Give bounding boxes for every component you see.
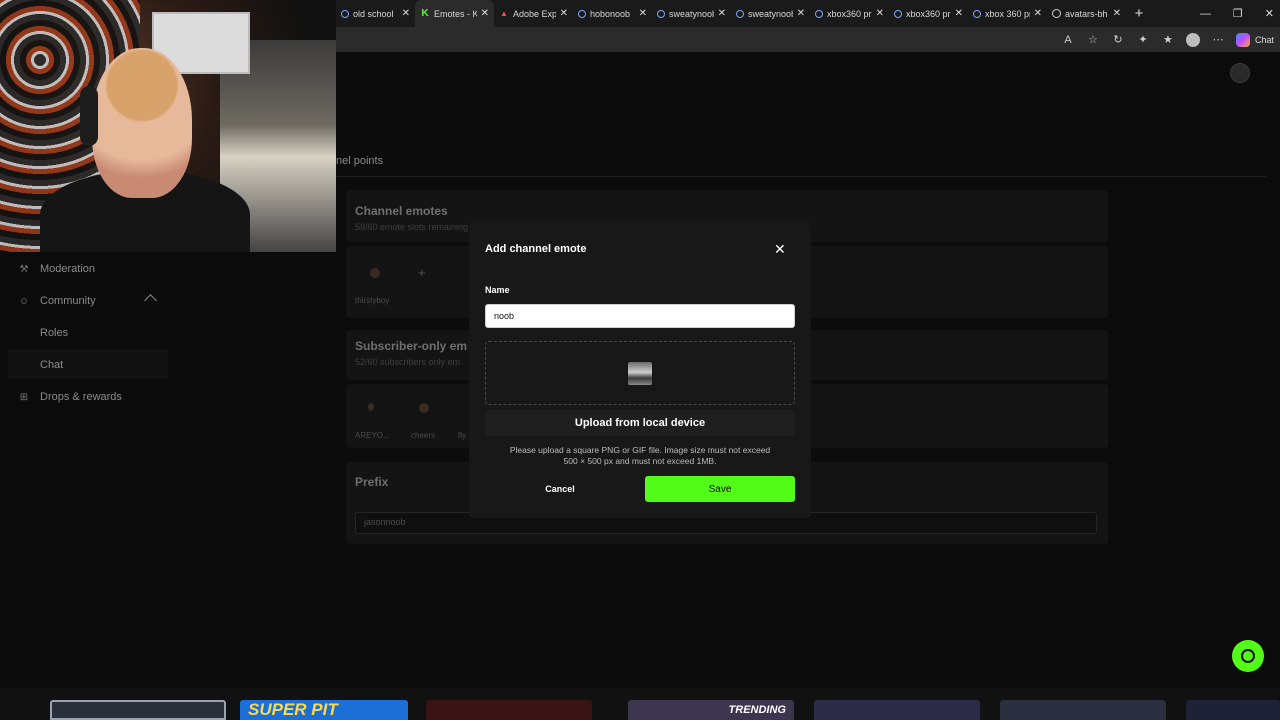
read-aloud-icon[interactable]: A — [1061, 33, 1075, 47]
emote-thumbnail[interactable] — [419, 403, 429, 413]
modal-title: Add channel emote — [485, 243, 587, 255]
emote-thumbnail[interactable] — [368, 403, 374, 411]
game-card[interactable] — [1000, 700, 1166, 720]
browser-tab-active[interactable]: K Emotes - K ✕ — [415, 0, 494, 27]
browser-tab[interactable]: xbox 360 pr ✕ — [968, 0, 1047, 27]
minimize-icon[interactable]: — — [1200, 8, 1211, 20]
window-controls: — ❐ ✕ — [1200, 0, 1274, 27]
close-icon[interactable]: ✕ — [402, 8, 410, 19]
close-icon[interactable]: ✕ — [955, 8, 963, 19]
emote-name-input[interactable] — [485, 304, 795, 328]
emote-name: thirstyboy — [355, 296, 390, 305]
webcam-overlay — [0, 0, 336, 252]
new-tab-button[interactable]: + — [1126, 5, 1152, 22]
game-card[interactable] — [814, 700, 980, 720]
game-card[interactable]: SUPER PIT — [240, 700, 408, 720]
emote-preview-image — [628, 362, 652, 385]
name-field-label: Name — [485, 285, 510, 295]
support-chat-button[interactable] — [1232, 640, 1264, 672]
close-icon[interactable]: ✕ — [1034, 8, 1042, 19]
restore-icon[interactable]: ❐ — [1233, 7, 1243, 20]
user-avatar[interactable] — [1230, 63, 1250, 83]
browser-tab[interactable]: ▲ Adobe Expr ✕ — [494, 0, 573, 27]
sidebar-item-community[interactable]: ☺ Community — [18, 291, 96, 311]
profile-avatar[interactable] — [1185, 32, 1200, 47]
upload-help-text: Please upload a square PNG or GIF file. … — [509, 445, 771, 466]
sidebar-item-moderation[interactable]: ⚒ Moderation — [18, 259, 96, 279]
tab-channel-points[interactable]: nel points — [336, 155, 383, 167]
search-icon — [815, 9, 823, 18]
copilot-chat-label[interactable]: Chat — [1255, 35, 1274, 45]
browser-tab[interactable]: xbox360 pr ✕ — [889, 0, 968, 27]
channel-emotes-subtitle: 59/60 emote slots remaining — [355, 222, 469, 232]
search-icon — [341, 9, 349, 18]
favorites-icon[interactable]: ★ — [1161, 33, 1175, 47]
search-icon — [894, 9, 902, 18]
close-icon[interactable]: ✕ — [797, 8, 805, 19]
game-card[interactable] — [426, 700, 592, 720]
headset-icon — [1241, 649, 1255, 663]
cancel-button[interactable]: Cancel — [485, 476, 635, 502]
adobe-icon: ▲ — [500, 9, 508, 18]
emote-thumbnail[interactable] — [370, 268, 380, 278]
game-card[interactable]: TRENDING — [628, 700, 794, 720]
favorite-star-icon[interactable]: ☆ — [1086, 33, 1100, 47]
search-icon — [657, 9, 665, 18]
sidebar-item-chat[interactable]: Chat — [40, 359, 63, 371]
browser-tab[interactable]: sweatynoob ✕ — [652, 0, 731, 27]
more-menu-icon[interactable]: ⋯ — [1211, 33, 1225, 47]
add-emote-plus-icon[interactable]: + — [418, 265, 426, 280]
gift-icon: ⊞ — [19, 391, 29, 403]
emote-name: AREYO... — [355, 431, 390, 440]
close-icon[interactable]: ✕ — [718, 8, 726, 19]
sidebar-item-roles[interactable]: Roles — [40, 327, 68, 339]
close-icon[interactable]: ✕ — [1113, 8, 1121, 19]
close-icon[interactable]: ✕ — [639, 8, 647, 19]
search-icon — [973, 9, 981, 18]
close-icon[interactable]: ✕ — [481, 8, 489, 19]
browser-tab[interactable]: avatars-bh ✕ — [1047, 0, 1126, 27]
channel-emotes-title: Channel emotes — [355, 204, 448, 218]
webcam-person-head — [92, 48, 192, 198]
close-icon[interactable]: ✕ — [560, 8, 568, 19]
close-icon[interactable]: ✕ — [774, 241, 786, 258]
save-button[interactable]: Save — [645, 476, 795, 502]
add-emote-modal: Add channel emote ✕ Name Upload from loc… — [469, 221, 811, 518]
sidebar-item-drops-rewards[interactable]: ⊞ Drops & rewards — [18, 387, 122, 407]
sidebar-selected-highlight — [8, 349, 168, 379]
prefix-title: Prefix — [355, 475, 389, 489]
browser-tab[interactable]: xbox360 pr ✕ — [810, 0, 889, 27]
browser-toolbar: A ☆ ↻ ✦ ★ ⋯ Chat — [336, 27, 1280, 52]
emote-name: cheers — [411, 431, 436, 440]
kick-logo-icon: K — [421, 8, 429, 19]
refresh-extension-icon[interactable]: ↻ — [1111, 33, 1125, 47]
globe-icon — [1052, 9, 1061, 18]
copilot-icon[interactable] — [1235, 32, 1250, 47]
browser-tab[interactable]: hobonoob ✕ — [573, 0, 652, 27]
browser-tab[interactable]: sweatynoob ✕ — [731, 0, 810, 27]
browser-tab-bar: old school ✕ K Emotes - K ✕ ▲ Adobe Expr ✕ ho… — [336, 0, 1280, 27]
subscriber-emotes-subtitle: 52/60 subscribers only em — [355, 357, 461, 367]
tabs-divider — [336, 176, 1266, 177]
subscriber-emotes-title: Subscriber-only em — [355, 339, 468, 353]
community-icon: ☺ — [18, 295, 30, 307]
settings-sidebar — [0, 252, 336, 688]
search-icon — [736, 9, 744, 18]
upload-from-device-button[interactable]: Upload from local device — [485, 410, 795, 436]
search-icon — [578, 9, 586, 18]
game-card[interactable] — [50, 700, 226, 720]
game-card[interactable] — [1186, 700, 1280, 720]
emote-name: fly — [458, 431, 466, 440]
image-dropzone[interactable] — [485, 341, 795, 405]
close-window-icon[interactable]: ✕ — [1265, 7, 1274, 20]
webcam-headset — [80, 86, 98, 146]
hammer-icon: ⚒ — [19, 263, 29, 275]
extensions-icon[interactable]: ✦ — [1136, 33, 1150, 47]
browser-tab[interactable]: old school ✕ — [336, 0, 415, 27]
close-icon[interactable]: ✕ — [876, 8, 884, 19]
